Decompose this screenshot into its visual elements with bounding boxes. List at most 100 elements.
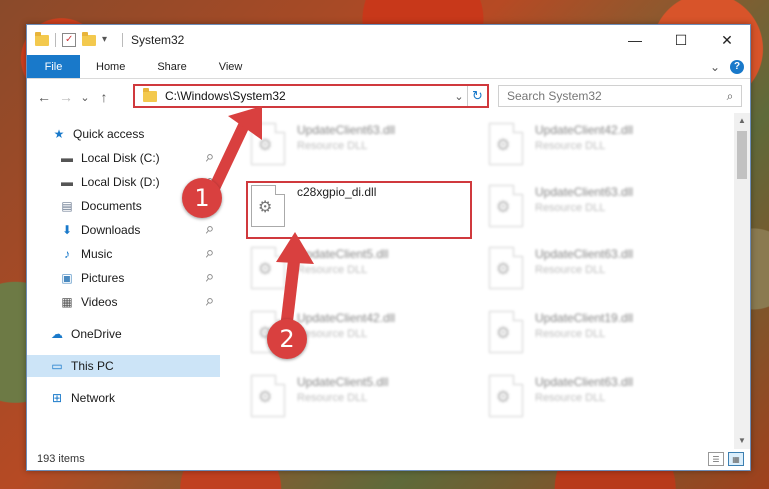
sidebar-item-quick-access[interactable]: ★ Quick access (27, 123, 220, 145)
sidebar-item-music[interactable]: ♪ Music ⚲ (27, 243, 220, 265)
file-explorer-window: ✓ ▾ System32 — ☐ ✕ File Home Share View … (26, 24, 751, 471)
file-highlight-box (246, 181, 472, 239)
folder-icon (143, 87, 157, 102)
file-item[interactable]: ⚙ UpdateClient5.dll Resource DLL (251, 247, 477, 297)
dll-file-icon: ⚙ (251, 375, 285, 417)
dll-file-icon: ⚙ (489, 311, 523, 353)
scroll-up-icon[interactable]: ▲ (734, 113, 750, 129)
file-type: Resource DLL (297, 392, 368, 404)
sidebar-item-local-disk-c[interactable]: ▬ Local Disk (C:) ⚲ (27, 147, 220, 169)
dll-file-icon: ⚙ (251, 247, 285, 289)
file-item[interactable]: ⚙ UpdateClient63.dll Resource DLL (489, 375, 715, 425)
address-bar[interactable]: C:\Windows\System32 ⌄ ↻ (133, 84, 489, 108)
window-title: System32 (131, 33, 185, 47)
back-button[interactable]: ← (33, 89, 55, 105)
scroll-down-icon[interactable]: ▼ (734, 433, 750, 449)
file-type: Resource DLL (535, 392, 606, 404)
sidebar-item-pictures[interactable]: ▣ Pictures ⚲ (27, 267, 220, 289)
sidebar-item-label: Videos (81, 295, 118, 309)
pin-icon: ⚲ (201, 151, 215, 165)
properties-icon[interactable]: ✓ (62, 33, 76, 47)
maximize-button[interactable]: ☐ (658, 25, 704, 55)
minimize-button[interactable]: — (612, 25, 658, 55)
navigation-bar: ← → ⌄ ↑ C:\Windows\System32 ⌄ ↻ ⌕ (27, 81, 750, 113)
new-folder-icon[interactable] (82, 31, 96, 46)
onedrive-icon: ☁ (51, 327, 63, 341)
file-type: Resource DLL (297, 328, 368, 340)
file-list: ⚙ UpdateClient63.dll Resource DLL ⚙ Updat… (241, 113, 736, 449)
file-name: UpdateClient63.dll (297, 123, 396, 137)
search-icon[interactable]: ⌕ (719, 89, 741, 104)
sidebar-item-downloads[interactable]: ⬇ Downloads ⚲ (27, 219, 220, 241)
file-type: Resource DLL (535, 140, 606, 152)
recent-locations-button[interactable]: ⌄ (77, 91, 93, 104)
status-bar: 193 items ☰ ▦ (27, 448, 750, 470)
window-controls: — ☐ ✕ (612, 25, 750, 55)
pin-icon: ⚲ (201, 271, 215, 285)
gear-icon: ⚙ (496, 137, 511, 154)
sidebar-item-this-pc[interactable]: ▭ This PC (27, 355, 220, 377)
vertical-scrollbar[interactable]: ▲ ▼ (734, 113, 750, 449)
large-icons-view-icon[interactable]: ▦ (728, 452, 744, 466)
step-badge-2: 2 (267, 319, 307, 359)
file-name: UpdateClient63.dll (535, 375, 634, 389)
tab-home[interactable]: Home (80, 55, 141, 78)
dll-file-icon: ⚙ (489, 185, 523, 227)
file-type: Resource DLL (297, 264, 368, 276)
customize-toolbar-icon[interactable]: ▾ (102, 33, 116, 47)
file-type: Resource DLL (535, 202, 606, 214)
view-buttons: ☰ ▦ (708, 452, 750, 466)
details-view-icon[interactable]: ☰ (708, 452, 724, 466)
file-name: UpdateClient42.dll (297, 311, 396, 325)
gear-icon: ⚙ (496, 389, 511, 406)
music-icon: ♪ (64, 247, 70, 261)
file-item[interactable]: ⚙ UpdateClient63.dll Resource DLL (251, 123, 477, 173)
tab-share[interactable]: Share (141, 55, 202, 78)
file-item[interactable]: ⚙ UpdateClient42.dll Resource DLL (489, 123, 715, 173)
quick-access-toolbar: ✓ ▾ (27, 31, 123, 47)
sidebar-item-label: Local Disk (C:) (81, 151, 160, 165)
dll-file-icon: ⚙ (251, 123, 285, 165)
documents-icon: ▤ (61, 199, 73, 213)
file-type: Resource DLL (297, 140, 368, 152)
file-type: Resource DLL (535, 264, 606, 276)
help-icon[interactable]: ? (730, 59, 744, 74)
up-button[interactable]: ↑ (93, 89, 115, 105)
gear-icon: ⚙ (258, 137, 273, 154)
file-item[interactable]: ⚙ UpdateClient5.dll Resource DLL (251, 375, 477, 425)
downloads-icon: ⬇ (61, 223, 73, 237)
address-path[interactable]: C:\Windows\System32 (165, 89, 451, 103)
file-item[interactable]: ⚙ UpdateClient19.dll Resource DLL (489, 311, 715, 361)
search-box[interactable]: ⌕ (498, 85, 742, 107)
file-name: UpdateClient5.dll (297, 375, 389, 389)
sidebar-item-onedrive[interactable]: ☁ OneDrive (27, 323, 220, 345)
refresh-button[interactable]: ↻ (467, 86, 487, 106)
dll-file-icon: ⚙ (489, 375, 523, 417)
search-input[interactable] (507, 89, 719, 103)
item-count: 193 items (37, 453, 85, 465)
sidebar-item-label: Local Disk (D:) (81, 175, 160, 189)
expand-ribbon-icon[interactable]: ⌄ (710, 60, 720, 74)
tab-file[interactable]: File (27, 55, 80, 78)
sidebar-item-label: Network (71, 391, 116, 405)
sidebar-item-videos[interactable]: ▦ Videos ⚲ (27, 291, 220, 313)
file-type: Resource DLL (535, 328, 606, 340)
close-button[interactable]: ✕ (704, 25, 750, 55)
tab-view[interactable]: View (203, 55, 259, 78)
pin-icon: ⚲ (201, 295, 215, 309)
file-item[interactable]: ⚙ UpdateClient63.dll Resource DLL (489, 185, 715, 235)
file-name: UpdateClient19.dll (535, 311, 634, 325)
sidebar-item-label: Music (81, 247, 113, 261)
step-badge-1: 1 (182, 178, 222, 218)
computer-icon: ▭ (51, 359, 63, 373)
forward-button[interactable]: → (55, 89, 77, 105)
star-icon: ★ (53, 127, 65, 141)
scrollbar-thumb[interactable] (737, 131, 747, 179)
sidebar-item-network[interactable]: ⊞ Network (27, 387, 220, 409)
file-item[interactable]: ⚙ UpdateClient63.dll Resource DLL (489, 247, 715, 297)
sidebar-item-label: Pictures (81, 271, 125, 285)
sidebar-item-label: Downloads (81, 223, 141, 237)
ribbon-right: ⌄ ? (710, 55, 750, 78)
drive-icon: ▬ (61, 151, 73, 165)
address-dropdown-icon[interactable]: ⌄ (451, 90, 467, 103)
